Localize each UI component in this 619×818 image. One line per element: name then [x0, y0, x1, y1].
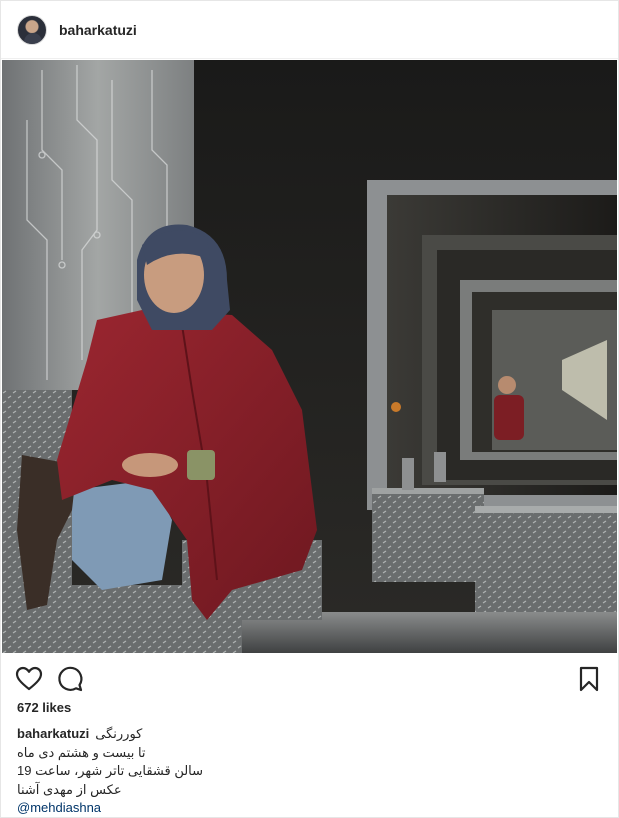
caption-username[interactable]: baharkatuzi [17, 725, 89, 744]
post-caption: baharkatuzi کوررنگی تا بیست و هشتم دی ما… [17, 725, 607, 818]
instagram-post: baharkatuzi 672 likes baharkatuzi کوررنگ… [0, 0, 619, 818]
caption-line: تا بیست و هشتم دی ماه [17, 744, 146, 760]
likes-count[interactable]: 672 likes [17, 700, 71, 715]
photo-illustration [2, 60, 617, 653]
caption-line: عکس از مهدی آشنا [17, 781, 122, 797]
caption-line: کوررنگی [95, 726, 143, 741]
heart-icon[interactable] [15, 665, 43, 693]
comment-icon[interactable] [56, 665, 84, 693]
post-photo[interactable] [2, 60, 617, 653]
post-actions [1, 661, 618, 697]
caption-line: سالن قشقایی تاتر شهر، ساعت 19 [17, 763, 204, 778]
post-header: baharkatuzi [1, 1, 618, 59]
avatar[interactable] [17, 14, 47, 45]
mention-link[interactable]: @mehdiashna [17, 799, 607, 818]
bookmark-icon[interactable] [575, 665, 603, 693]
username-link[interactable]: baharkatuzi [59, 22, 137, 38]
caption-first-line: baharkatuzi کوررنگی [17, 725, 607, 744]
